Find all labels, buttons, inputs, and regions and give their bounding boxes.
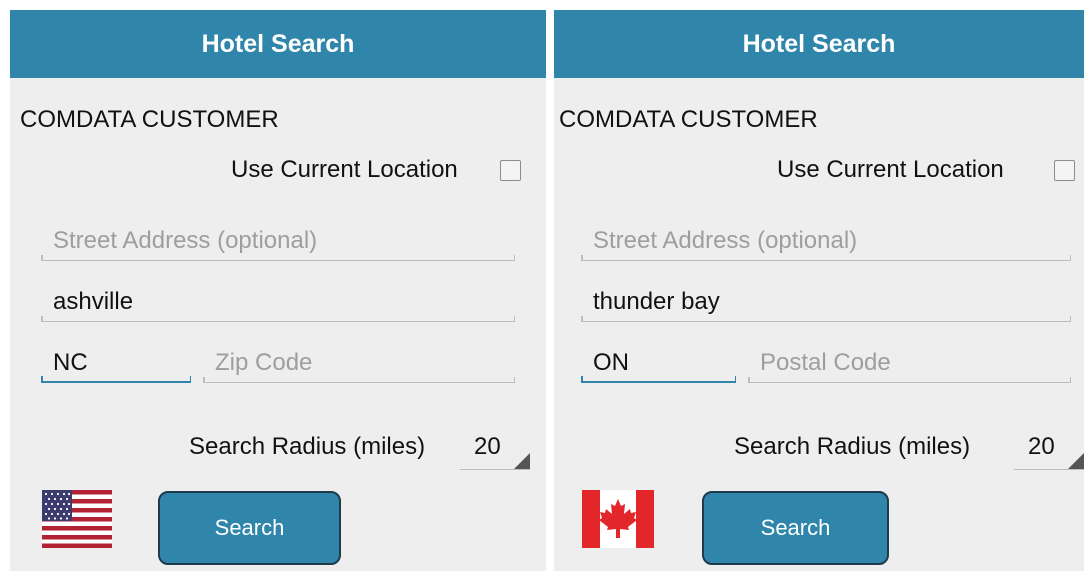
customer-name: COMDATA CUSTOMER bbox=[559, 106, 818, 133]
search-radius-dropdown[interactable]: 20 bbox=[460, 430, 530, 470]
city-value: ashville bbox=[53, 288, 134, 315]
city-input[interactable]: thunder bay bbox=[581, 288, 1071, 322]
street-address-placeholder: Street Address (optional) bbox=[593, 227, 858, 254]
postal-code-input[interactable]: Postal Code bbox=[748, 349, 1071, 383]
search-button[interactable]: Search bbox=[702, 491, 889, 565]
state-input[interactable]: NC bbox=[41, 349, 191, 383]
province-value: ON bbox=[593, 349, 629, 376]
dropdown-arrow-icon bbox=[1068, 453, 1084, 469]
use-current-location-label: Use Current Location bbox=[231, 156, 458, 183]
province-input[interactable]: ON bbox=[581, 349, 736, 383]
canada-flag-icon bbox=[582, 490, 654, 548]
search-radius-label: Search Radius (miles) bbox=[734, 433, 971, 460]
zip-code-placeholder: Zip Code bbox=[215, 349, 313, 376]
use-current-location-checkbox[interactable] bbox=[500, 160, 521, 181]
dropdown-arrow-icon bbox=[514, 453, 530, 469]
search-radius-dropdown[interactable]: 20 bbox=[1014, 430, 1084, 470]
hotel-search-screen-canada: Hotel Search COMDATA CUSTOMER Use Curren… bbox=[554, 10, 1084, 571]
use-current-location-checkbox[interactable] bbox=[1054, 160, 1075, 181]
city-input[interactable]: ashville bbox=[41, 288, 515, 322]
postal-code-placeholder: Postal Code bbox=[760, 349, 891, 376]
usa-flag-icon bbox=[42, 490, 112, 548]
street-address-input[interactable]: Street Address (optional) bbox=[581, 227, 1071, 261]
search-radius-value: 20 bbox=[1028, 433, 1055, 460]
customer-name: COMDATA CUSTOMER bbox=[20, 106, 279, 133]
city-value: thunder bay bbox=[593, 288, 720, 315]
search-radius-value: 20 bbox=[474, 433, 501, 460]
street-address-input[interactable]: Street Address (optional) bbox=[41, 227, 515, 261]
search-radius-label: Search Radius (miles) bbox=[189, 433, 426, 460]
zip-code-input[interactable]: Zip Code bbox=[203, 349, 515, 383]
state-value: NC bbox=[53, 349, 88, 376]
hotel-search-screen-us: Hotel Search COMDATA CUSTOMER Use Curren… bbox=[10, 10, 546, 571]
use-current-location-label: Use Current Location bbox=[777, 156, 1004, 183]
street-address-placeholder: Street Address (optional) bbox=[53, 227, 318, 254]
search-button[interactable]: Search bbox=[158, 491, 341, 565]
header-title: Hotel Search bbox=[554, 10, 1084, 78]
header-title: Hotel Search bbox=[10, 10, 546, 78]
